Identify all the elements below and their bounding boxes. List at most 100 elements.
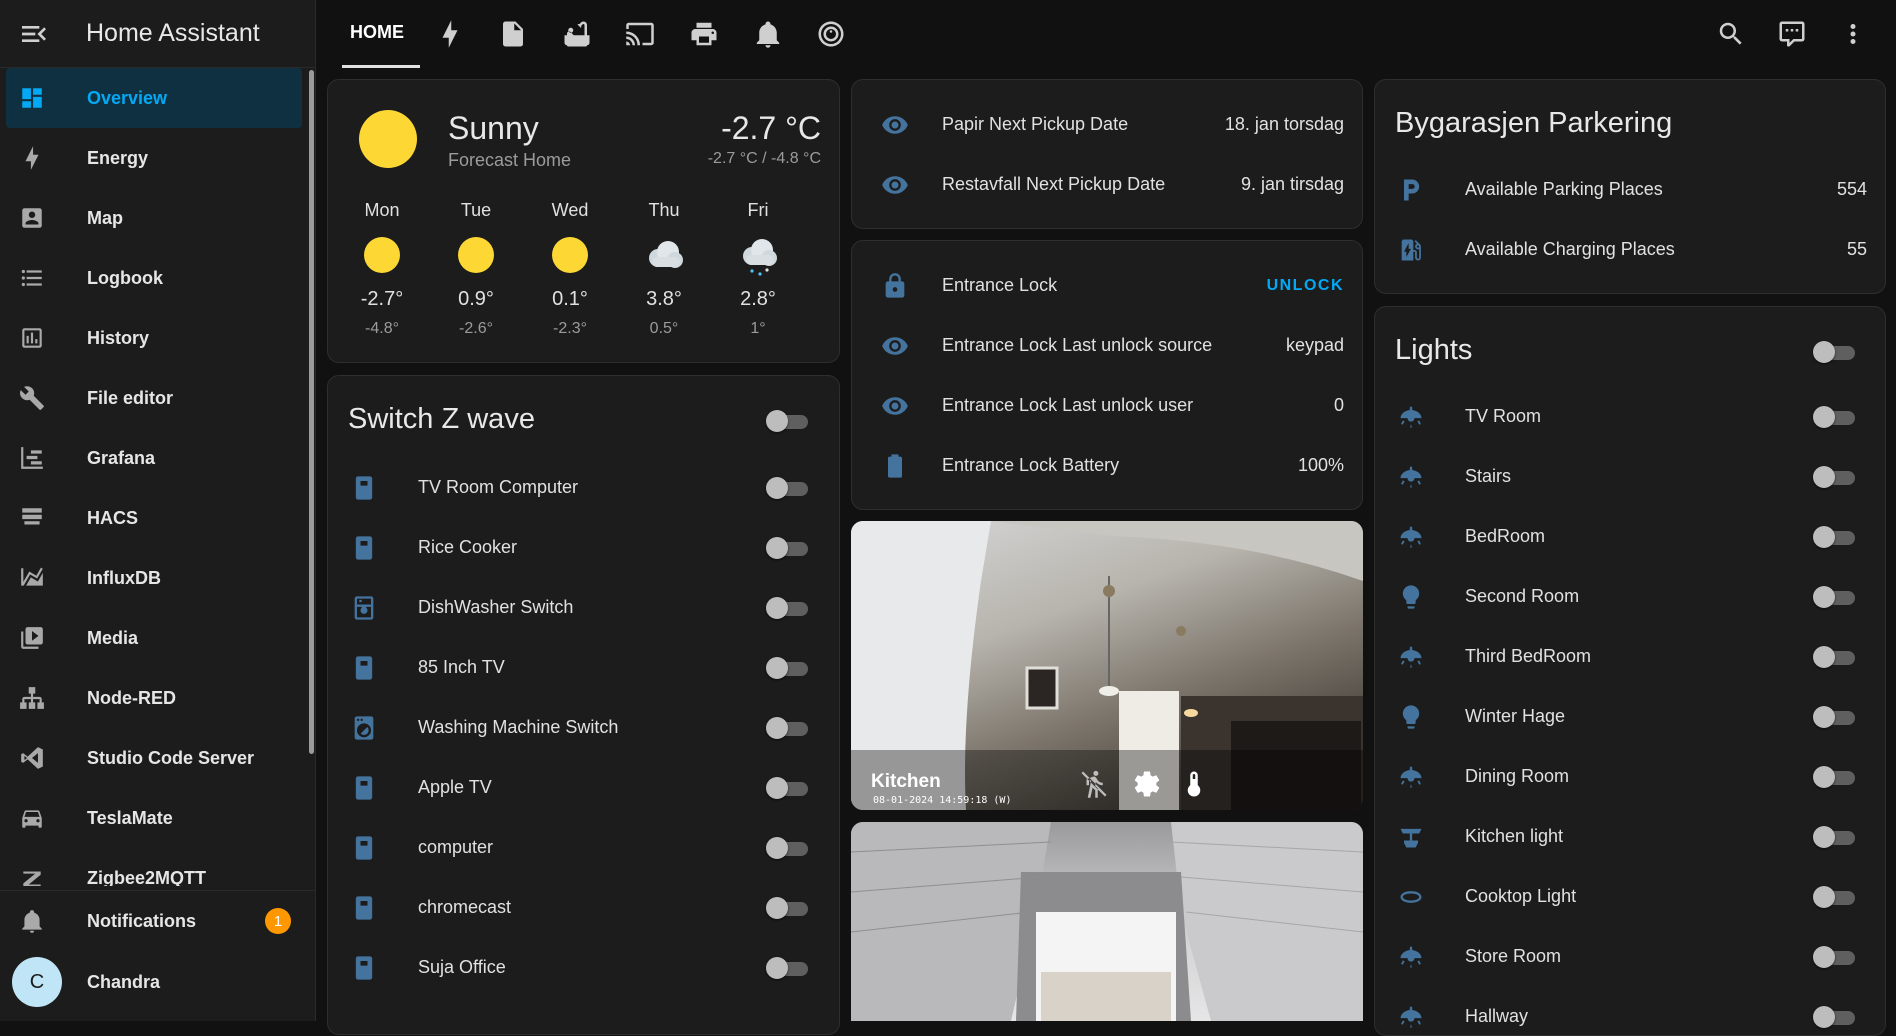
switch-row-chromecast[interactable]: chromecast — [328, 878, 839, 938]
lightning-icon[interactable] — [435, 19, 465, 49]
sidebar-item-studio-code-server[interactable]: Studio Code Server — [6, 728, 302, 788]
toggle-knob — [1813, 526, 1835, 548]
sensor-row-available-parking-places[interactable]: Available Parking Places 554 — [1375, 160, 1885, 220]
switch-row-suja-office[interactable]: Suja Office — [328, 938, 839, 998]
light-row-second-room[interactable]: Second Room — [1375, 567, 1885, 627]
light-row-dining-room[interactable]: Dining Room — [1375, 747, 1885, 807]
light-row-kitchen-light[interactable]: Kitchen light — [1375, 807, 1885, 867]
lock-row-entrance-lock[interactable]: Entrance Lock UNLOCK — [852, 256, 1362, 316]
sunny-icon — [359, 110, 417, 168]
weather-forecast-card[interactable]: Sunny Forecast Home -2.7 °C -2.7 °C / -4… — [327, 79, 840, 363]
sidebar-item-zigbee2mqtt[interactable]: Zigbee2MQTT — [6, 848, 302, 886]
toggle-knob — [1813, 646, 1835, 668]
entity-name: Third BedRoom — [1465, 646, 1592, 666]
toggle-switch[interactable] — [1813, 586, 1859, 608]
settings-icon[interactable] — [1132, 769, 1162, 799]
sidebar-item-user[interactable]: C Chandra — [6, 951, 309, 1013]
bathtub-icon[interactable] — [562, 19, 592, 49]
printer-icon[interactable] — [689, 19, 719, 49]
toggle-switch[interactable] — [1813, 946, 1859, 968]
search-icon[interactable] — [1716, 19, 1746, 49]
switch-row-washing-machine-switch[interactable]: Washing Machine Switch — [328, 698, 839, 758]
light-row-hallway[interactable]: Hallway — [1375, 987, 1885, 1035]
outlet-icon — [350, 654, 378, 682]
cast-icon[interactable] — [625, 19, 655, 49]
ceiling-light-multiple-icon — [1397, 463, 1425, 491]
sidebar-item-grafana[interactable]: Grafana — [6, 428, 302, 488]
sensor-row-restavfall-next-pickup-date[interactable]: Restavfall Next Pickup Date 9. jan tirsda… — [852, 155, 1362, 215]
light-row-winter-hage[interactable]: Winter Hage — [1375, 687, 1885, 747]
light-row-tv-room[interactable]: TV Room — [1375, 387, 1885, 447]
toggle-switch[interactable] — [1813, 706, 1859, 728]
toggle-switch[interactable] — [1813, 646, 1859, 668]
toggle-knob — [1813, 946, 1835, 968]
toggle-switch[interactable] — [1813, 466, 1859, 488]
toggle-switch[interactable] — [1813, 406, 1859, 428]
toggle-switch[interactable] — [1813, 886, 1859, 908]
sidebar-item-influxdb[interactable]: InfluxDB — [6, 548, 302, 608]
sidebar-item-hacs[interactable]: HACS — [6, 488, 302, 548]
sidebar-scrollbar[interactable] — [309, 70, 314, 754]
sidebar-item-energy[interactable]: Energy — [6, 128, 302, 188]
switch-row-85-inch-tv[interactable]: 85 Inch TV — [328, 638, 839, 698]
master-toggle[interactable] — [1813, 341, 1859, 363]
outlet-icon — [350, 774, 378, 802]
toggle-switch[interactable] — [766, 477, 812, 499]
sensor-row-available-charging-places[interactable]: Available Charging Places 55 — [1375, 220, 1885, 280]
motion-off-icon[interactable] — [1079, 769, 1109, 799]
top-app-bar: HOME — [316, 0, 1896, 68]
toggle-switch[interactable] — [766, 717, 812, 739]
toggle-switch[interactable] — [766, 597, 812, 619]
sidebar-item-media[interactable]: Media — [6, 608, 302, 668]
sidebar-item-map[interactable]: Map — [6, 188, 302, 248]
toggle-switch[interactable] — [766, 657, 812, 679]
switch-row-dishwasher-switch[interactable]: DishWasher Switch — [328, 578, 839, 638]
light-strip-icon — [1397, 883, 1425, 911]
sidebar-item-notifications[interactable]: Notifications 1 — [6, 891, 309, 951]
toggle-switch[interactable] — [1813, 766, 1859, 788]
light-row-store-room[interactable]: Store Room — [1375, 927, 1885, 987]
switch-row-apple-tv[interactable]: Apple TV — [328, 758, 839, 818]
tab-home[interactable]: HOME — [350, 22, 404, 43]
sensor-row-papir-next-pickup-date[interactable]: Papir Next Pickup Date 18. jan torsdag — [852, 95, 1362, 155]
more-vert-icon[interactable] — [1838, 19, 1868, 49]
switch-row-rice-cooker[interactable]: Rice Cooker — [328, 518, 839, 578]
toggle-switch[interactable] — [1813, 826, 1859, 848]
toggle-knob — [1813, 706, 1835, 728]
sidebar-item-overview[interactable]: Overview — [6, 68, 302, 128]
toggle-switch[interactable] — [766, 777, 812, 799]
light-row-bedroom[interactable]: BedRoom — [1375, 507, 1885, 567]
toggle-switch[interactable] — [766, 957, 812, 979]
sidebar-item-teslamate[interactable]: TeslaMate — [6, 788, 302, 848]
toggle-switch[interactable] — [1813, 1006, 1859, 1028]
thermometer-icon[interactable] — [1179, 769, 1209, 799]
master-toggle[interactable] — [766, 410, 812, 432]
switch-row-tv-room-computer[interactable]: TV Room Computer — [328, 458, 839, 518]
toggle-switch[interactable] — [1813, 526, 1859, 548]
robot-vacuum-icon[interactable] — [816, 19, 846, 49]
toggle-knob — [766, 477, 788, 499]
toggle-switch[interactable] — [766, 537, 812, 559]
light-row-cooktop-light[interactable]: Cooktop Light — [1375, 867, 1885, 927]
light-row-third-bedroom[interactable]: Third BedRoom — [1375, 627, 1885, 687]
bell-icon[interactable] — [753, 19, 783, 49]
unlock-button[interactable]: UNLOCK — [1267, 277, 1344, 295]
toggle-switch[interactable] — [766, 897, 812, 919]
lock-row-entrance-lock-battery[interactable]: Entrance Lock Battery 100% — [852, 436, 1362, 496]
entrance-camera-card[interactable] — [851, 822, 1363, 1021]
switch-row-computer[interactable]: computer — [328, 818, 839, 878]
kitchen-camera-card[interactable]: Kitchen 08-01-2024 14:59:18 (W) — [851, 521, 1363, 810]
sidebar-item-file-editor[interactable]: File editor — [6, 368, 302, 428]
sidebar-item-logbook[interactable]: Logbook — [6, 248, 302, 308]
entity-value: 554 — [1836, 179, 1867, 199]
weather-temperature: -2.7 °C — [721, 110, 821, 146]
sidebar-item-history[interactable]: History — [6, 308, 302, 368]
toggle-switch[interactable] — [766, 837, 812, 859]
assist-chat-icon[interactable] — [1777, 19, 1807, 49]
lock-row-entrance-lock-last-unlock-source[interactable]: Entrance Lock Last unlock source keypad — [852, 316, 1362, 376]
lock-row-entrance-lock-last-unlock-user[interactable]: Entrance Lock Last unlock user 0 — [852, 376, 1362, 436]
sidebar-item-node-red[interactable]: Node-RED — [6, 668, 302, 728]
light-row-stairs[interactable]: Stairs — [1375, 447, 1885, 507]
menu-open-icon[interactable] — [18, 18, 50, 50]
file-icon[interactable] — [498, 19, 528, 49]
